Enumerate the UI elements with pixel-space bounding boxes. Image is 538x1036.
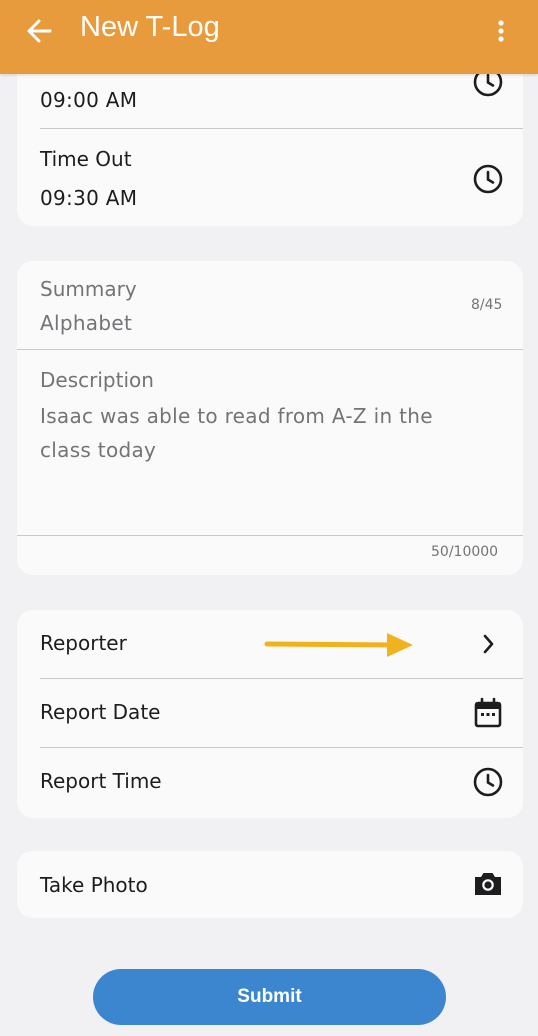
calendar-icon[interactable] — [473, 697, 503, 733]
report-card: Reporter Report Date Report Time — [17, 610, 523, 818]
summary-counter: 8/45 — [471, 297, 503, 313]
arrow-left-icon[interactable] — [24, 13, 56, 49]
report-time-label: Report Time — [40, 769, 162, 793]
take-photo-row[interactable]: Take Photo — [17, 851, 523, 918]
summary-card: Summary Alphabet 8/45 Description Isaac … — [17, 261, 523, 575]
app-bar: New T-Log — [0, 0, 538, 74]
report-date-row[interactable]: Report Date — [17, 679, 523, 747]
chevron-right-icon[interactable] — [476, 631, 502, 661]
reporter-label: Reporter — [40, 631, 127, 655]
description-input[interactable]: Isaac was able to read from A-Z in the c… — [40, 399, 480, 467]
summary-label: Summary — [40, 277, 137, 301]
divider — [17, 535, 523, 536]
more-vertical-icon[interactable] — [488, 13, 514, 49]
summary-input[interactable]: Alphabet — [40, 311, 132, 335]
reporter-row[interactable]: Reporter — [17, 610, 523, 678]
take-photo-label: Take Photo — [40, 873, 148, 897]
time-out-value[interactable]: 09:30 AM — [40, 186, 137, 210]
clock-icon[interactable] — [472, 163, 504, 199]
report-date-label: Report Date — [40, 700, 161, 724]
submit-button[interactable]: Submit — [93, 969, 446, 1025]
page-title: New T-Log — [80, 11, 220, 43]
divider — [40, 128, 523, 129]
description-counter: 50/10000 — [431, 544, 499, 560]
report-time-row[interactable]: Report Time — [17, 748, 523, 818]
camera-icon[interactable] — [472, 868, 504, 904]
arrow-annotation-icon — [263, 631, 415, 663]
description-label: Description — [40, 368, 154, 392]
time-out-label: Time Out — [40, 147, 132, 171]
time-in-value[interactable]: 09:00 AM — [40, 88, 137, 112]
clock-icon[interactable] — [472, 766, 504, 802]
divider — [17, 349, 523, 350]
